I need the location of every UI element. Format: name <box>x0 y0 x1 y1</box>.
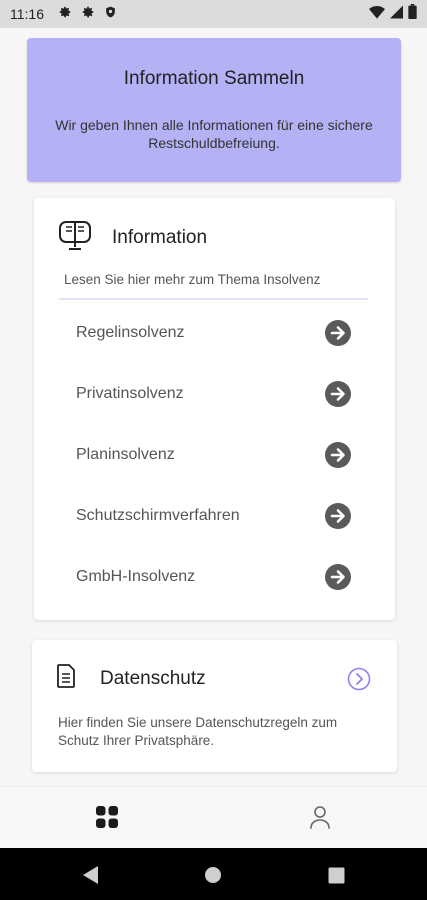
battery-icon <box>408 4 417 24</box>
nav-profile[interactable] <box>300 799 340 839</box>
information-lead: Lesen Sie hier mehr zum Thema Insolvenz <box>64 272 321 287</box>
status-time: 11:16 <box>10 6 44 22</box>
list-item-label: Planinsolvenz <box>76 445 175 463</box>
shield-icon <box>104 5 117 24</box>
system-navigation-bar <box>0 848 427 900</box>
list-item-label: Privatinsolvenz <box>76 384 184 402</box>
signal-icon <box>390 5 403 24</box>
divider <box>59 298 368 300</box>
list-item-schutzschirmverfahren[interactable]: Schutzschirmverfahren <box>34 485 395 546</box>
status-bar: 11:16 <box>0 0 427 28</box>
information-title: Information <box>112 226 208 248</box>
privacy-title: Datenschutz <box>100 667 206 689</box>
arrow-right-icon[interactable] <box>325 503 351 534</box>
list-item-regelinsolvenz[interactable]: Regelinsolvenz <box>34 302 395 363</box>
recents-icon[interactable] <box>323 862 349 888</box>
gear-icon <box>81 5 95 24</box>
profile-icon <box>309 805 331 834</box>
header-banner: Information Sammeln Wir geben Ihnen alle… <box>27 38 401 182</box>
gear-icon <box>58 5 72 24</box>
back-icon[interactable] <box>77 862 103 888</box>
information-header: Information <box>58 218 207 257</box>
list-item-gmbh-insolvenz[interactable]: GmbH-Insolvenz <box>34 546 395 607</box>
information-list: Regelinsolvenz Privatinsolvenz Planinsol… <box>34 302 395 607</box>
arrow-right-icon[interactable] <box>325 442 351 473</box>
wifi-icon <box>369 5 385 24</box>
arrow-right-icon[interactable] <box>325 381 351 412</box>
list-item-label: GmbH-Insolvenz <box>76 567 196 585</box>
privacy-card[interactable]: Datenschutz Hier finden Sie unsere Daten… <box>32 640 397 772</box>
information-card: Information Lesen Sie hier mehr zum Them… <box>34 198 395 620</box>
page-title: Information Sammeln <box>123 68 305 89</box>
list-item-privatinsolvenz[interactable]: Privatinsolvenz <box>34 363 395 424</box>
list-item-planinsolvenz[interactable]: Planinsolvenz <box>34 424 395 485</box>
privacy-header: Datenschutz <box>56 664 206 693</box>
privacy-description: Hier finden Sie unsere Datenschutzregeln… <box>58 715 338 748</box>
chevron-right-icon[interactable] <box>347 667 371 696</box>
page-subtitle: Wir geben Ihnen alle Informationen für e… <box>55 117 373 151</box>
home-icon[interactable] <box>200 862 226 888</box>
nav-dashboard[interactable] <box>87 799 127 839</box>
list-item-label: Schutzschirmverfahren <box>76 506 240 524</box>
arrow-right-icon[interactable] <box>325 564 351 595</box>
bottom-navigation <box>0 786 427 849</box>
arrow-right-icon[interactable] <box>325 320 351 351</box>
monitor-icon <box>58 218 92 257</box>
dashboard-icon <box>95 805 119 834</box>
list-item-label: Regelinsolvenz <box>76 323 185 341</box>
document-icon <box>56 664 76 693</box>
